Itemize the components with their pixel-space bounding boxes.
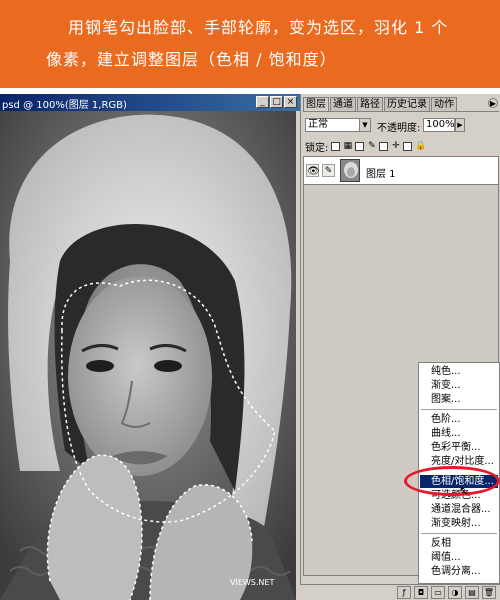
new-layer-icon[interactable]: ▤	[465, 586, 479, 599]
photo-illustration	[0, 111, 296, 600]
mouse-cursor-icon: ↖	[459, 484, 470, 498]
menu-item-threshold[interactable]: 阈值...	[431, 551, 461, 564]
opacity-slider-arrow-icon[interactable]: ▶	[455, 118, 465, 132]
chevron-down-icon: ▼	[359, 119, 370, 131]
brush-lock-icon: ✎	[368, 141, 376, 151]
menu-item-levels[interactable]: 色阶...	[431, 413, 461, 426]
layer-mask-icon[interactable]: ◘	[414, 586, 428, 599]
banner-text-line2: 像素，建立调整图层（色相 / 饱和度）	[46, 50, 337, 69]
layer-thumbnail	[340, 159, 360, 182]
blend-mode-value: 正常	[308, 119, 328, 130]
menu-item-channel-mixer[interactable]: 通道混合器...	[431, 503, 491, 516]
menu-item-gradient-map[interactable]: 渐变映射...	[431, 517, 481, 530]
menu-separator	[421, 533, 497, 534]
tab-paths[interactable]: 路径	[357, 97, 383, 111]
blend-mode-row: 正常 ▼ 不透明度: 100% ▶	[305, 118, 497, 134]
tab-actions[interactable]: 动作	[431, 97, 457, 111]
checkerboard-icon: ▦	[343, 141, 353, 151]
menu-item-gradient[interactable]: 渐变...	[431, 379, 461, 392]
document-title: psd @ 100%(图层 1,RGB)	[2, 100, 127, 111]
new-adjustment-layer-icon[interactable]: ◑	[448, 586, 462, 599]
palette-tabs: 图层 通道 路径 历史记录 动作	[303, 97, 499, 112]
palette-menu-arrow-icon[interactable]: ▶	[488, 98, 498, 108]
tab-history[interactable]: 历史记录	[384, 97, 430, 111]
menu-item-color-balance[interactable]: 色彩平衡...	[431, 441, 481, 454]
lock-image-checkbox[interactable]	[355, 141, 365, 151]
layer-name: 图层 1	[366, 169, 396, 180]
lock-all-checkbox[interactable]	[403, 141, 413, 151]
tab-layers[interactable]: 图层	[303, 97, 329, 111]
window-buttons: _ □ ×	[256, 96, 297, 108]
menu-item-solid-color[interactable]: 纯色...	[431, 365, 461, 378]
menu-item-posterize[interactable]: 色调分离...	[431, 565, 481, 578]
menu-item-pattern[interactable]: 图案...	[431, 393, 461, 406]
blend-mode-select[interactable]: 正常 ▼	[305, 118, 371, 132]
lock-transparency-checkbox[interactable]	[331, 141, 341, 151]
layer-row[interactable]: 👁 ✎ 图层 1	[304, 157, 498, 185]
photo-watermark: VIEWS.NET	[230, 578, 275, 587]
minimize-button[interactable]: _	[256, 96, 269, 108]
canvas-photo[interactable]	[0, 111, 296, 600]
instruction-banner: 用钢笔勾出脸部、手部轮廓，变为选区，羽化 1 个 像素，建立调整图层（色相 / …	[0, 0, 500, 88]
new-set-icon[interactable]: ▭	[431, 586, 445, 599]
tab-channels[interactable]: 通道	[330, 97, 356, 111]
thumbnail-illustration	[341, 160, 359, 181]
document-window: psd @ 100%(图层 1,RGB) _ □ ×	[0, 94, 300, 600]
maximize-button[interactable]: □	[270, 96, 283, 108]
lock-position-checkbox[interactable]	[379, 141, 389, 151]
document-titlebar[interactable]: psd @ 100%(图层 1,RGB) _ □ ×	[0, 94, 300, 111]
move-icon: ✛	[392, 141, 400, 151]
menu-item-curves[interactable]: 曲线...	[431, 427, 461, 440]
banner-text-line1: 用钢笔勾出脸部、手部轮廓，变为选区，羽化 1 个	[68, 18, 449, 37]
close-button[interactable]: ×	[284, 96, 297, 108]
opacity-label: 不透明度:	[377, 123, 421, 134]
layer-style-icon[interactable]: ƒ	[397, 586, 411, 599]
menu-separator	[421, 409, 497, 410]
trash-icon[interactable]: 🗑	[482, 586, 496, 599]
brush-icon[interactable]: ✎	[322, 164, 335, 177]
menu-item-invert[interactable]: 反相	[431, 537, 451, 550]
eye-icon[interactable]: 👁	[306, 164, 320, 177]
highlight-circle-annotation	[404, 466, 500, 496]
palette-bottom-bar: ƒ ◘ ▭ ◑ ▤ 🗑	[300, 584, 500, 600]
padlock-icon: 🔒	[415, 141, 427, 151]
lock-row: 锁定: ▦ ✎ ✛ 🔒	[305, 139, 497, 154]
opacity-input[interactable]: 100%	[423, 118, 455, 132]
lock-label: 锁定:	[305, 142, 329, 154]
